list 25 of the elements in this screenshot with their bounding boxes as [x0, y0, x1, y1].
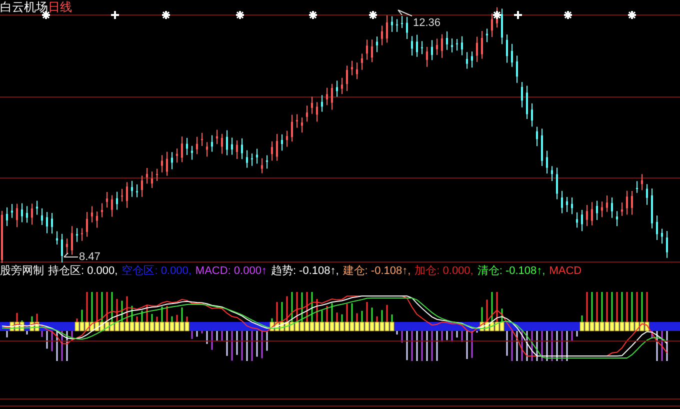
indicator-value: MACD: 0.000↑: [195, 264, 267, 279]
star-marker-icon: [493, 11, 501, 19]
star-marker-icon: [42, 11, 50, 19]
indicator-value: 清仓: -0.108↑,: [477, 264, 546, 279]
star-marker-icon: [236, 11, 244, 19]
low-price-label: 8.47: [79, 251, 100, 263]
star-marker-icon: [564, 11, 572, 19]
star-marker-icon: [309, 11, 317, 19]
high-price-label: 12.36: [413, 17, 441, 29]
plus-marker-icon: [514, 11, 522, 19]
pointer-arrow-icon: [64, 252, 78, 258]
indicator-value: 加仓: 0.000,: [414, 264, 474, 279]
stock-name: 白云机场: [0, 0, 48, 14]
indicator-value: 建仓: -0.108↑,: [342, 264, 411, 279]
star-marker-icon: [162, 11, 170, 19]
star-marker-icon: [628, 11, 636, 19]
plus-marker-icon: [111, 11, 119, 19]
indicator-value: 持仓区: 0.000,: [48, 264, 118, 279]
indicator-name: 股旁网制: [0, 264, 44, 279]
indicator-value: 趋势: -0.108↑,: [270, 264, 339, 279]
star-marker-icon: [369, 11, 377, 19]
indicator-value: MACD: [549, 264, 582, 279]
indicator-value: 空仓区: 0.000,: [122, 264, 192, 279]
period-label: 日线: [48, 0, 72, 14]
pointer-arrow-icon: [398, 10, 412, 16]
